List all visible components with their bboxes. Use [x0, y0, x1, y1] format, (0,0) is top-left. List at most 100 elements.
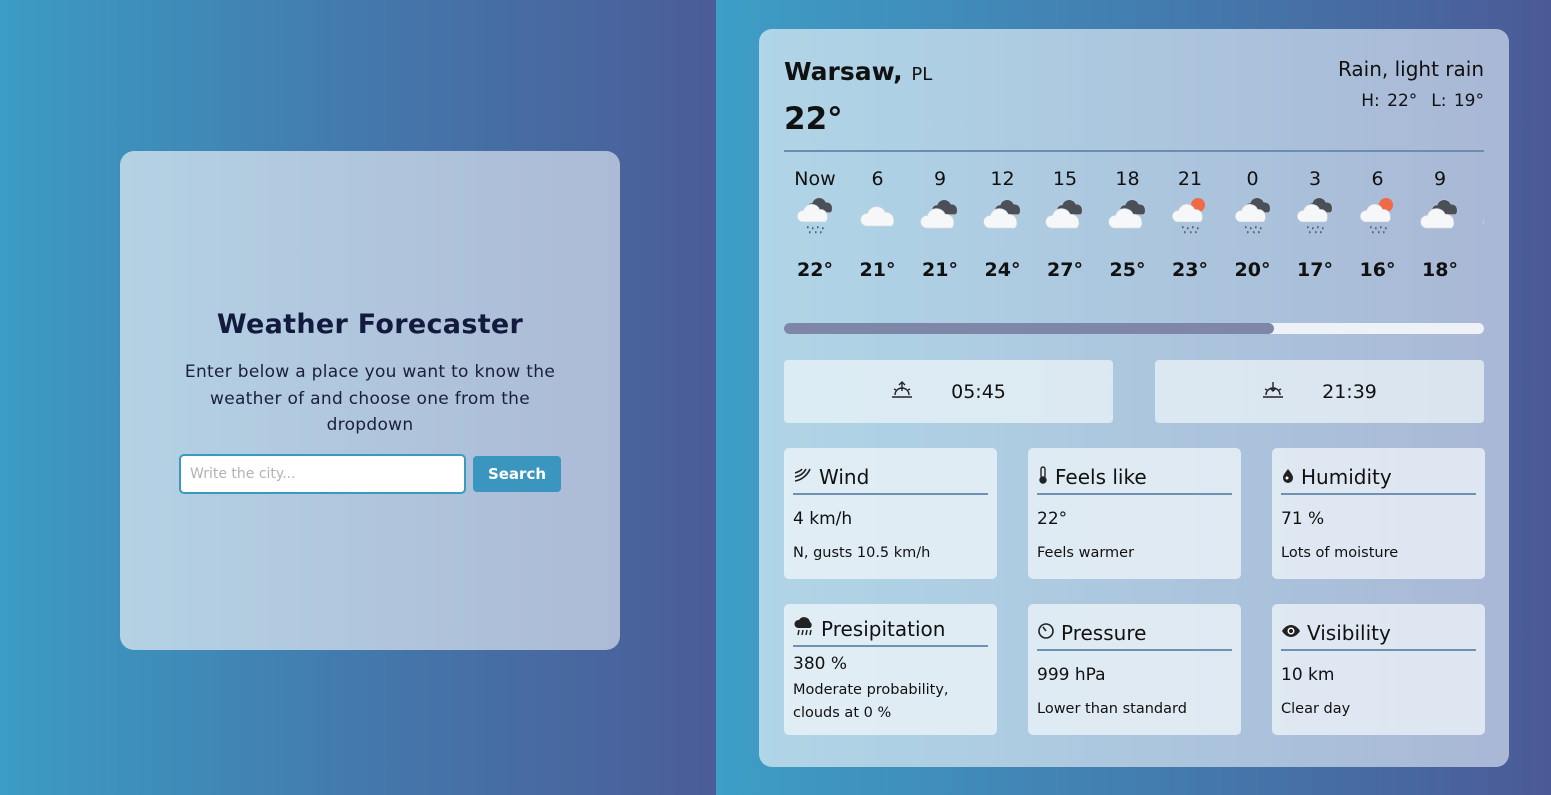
- sunset-box: 21:39: [1155, 360, 1484, 423]
- hourly-item: 21 23°: [1159, 165, 1221, 281]
- visibility-title: Visibility: [1307, 620, 1391, 645]
- hour-label: 9: [933, 168, 947, 190]
- hour-temperature: 27°: [1047, 259, 1083, 281]
- divider: [784, 150, 1484, 152]
- thermometer-icon: [1037, 465, 1049, 488]
- feels-like-desc: Feels warmer: [1037, 545, 1135, 561]
- feels-like-tile: Feels like 22° Feels warmer: [1028, 448, 1241, 579]
- precipitation-value: 380 %: [793, 654, 848, 674]
- current-temperature: 22°: [784, 101, 843, 137]
- cloud-sun-rain-icon: [1347, 195, 1409, 243]
- feels-like-title: Feels like: [1055, 464, 1147, 489]
- eye-icon: [1281, 623, 1301, 642]
- wind-value: 4 km/h: [793, 509, 853, 529]
- sunset-time: 21:39: [1322, 380, 1377, 403]
- hour-temperature: 21°: [922, 259, 958, 281]
- search-row: Search: [179, 454, 563, 494]
- hourly-item: 12 24°: [972, 165, 1034, 281]
- humidity-tile-header: Humidity: [1281, 460, 1476, 495]
- pressure-value: 999 hPa: [1037, 665, 1106, 685]
- search-button[interactable]: Search: [473, 456, 561, 492]
- hour-temperature: 24°: [984, 259, 1021, 281]
- scrollbar-thumb[interactable]: [784, 323, 1274, 334]
- cloud-dark-icon: [909, 195, 971, 243]
- hourly-scrollbar[interactable]: [784, 323, 1484, 334]
- precipitation-desc: Moderate probability, clouds at 0 %: [793, 682, 949, 721]
- hourly-item: 9 21°: [909, 165, 971, 281]
- high-low: H: 22° L: 19°: [1361, 91, 1484, 111]
- hour-label: 9: [1433, 168, 1447, 190]
- city-search-input[interactable]: [179, 454, 466, 494]
- pressure-title: Pressure: [1061, 620, 1147, 645]
- hourly-item: 0 20°: [1222, 165, 1284, 281]
- hour-label: 6: [1371, 168, 1384, 190]
- wind-tile: Wind 4 km/h N, gusts 10.5 km/h: [784, 448, 997, 579]
- hour-label: 21: [1177, 168, 1203, 190]
- droplet-icon: [1281, 467, 1295, 487]
- hourly-item: 9 18°: [1409, 165, 1471, 281]
- visibility-tile-header: Visibility: [1281, 616, 1476, 651]
- city-name: Warsaw,: [784, 57, 903, 86]
- hour-temperature: 17°: [1297, 259, 1333, 281]
- pressure-tile-header: Pressure: [1037, 616, 1232, 651]
- hour-temperature: 25°: [1109, 259, 1146, 281]
- sunrise-box: 05:45: [784, 360, 1113, 423]
- cloud-rain-icon: [1222, 195, 1284, 243]
- app-title: Weather Forecaster: [216, 309, 524, 340]
- visibility-value: 10 km: [1281, 665, 1335, 685]
- hour-label: Now: [794, 168, 836, 190]
- hourly-item: 6 21°: [847, 165, 909, 281]
- wind-title: Wind: [819, 464, 870, 489]
- sunset-icon: [1262, 379, 1284, 404]
- cloud-dark-icon: [1409, 195, 1471, 243]
- humidity-title: Humidity: [1301, 464, 1392, 489]
- pressure-desc: Lower than standard: [1037, 701, 1187, 717]
- visibility-desc: Clear day: [1281, 701, 1351, 717]
- hour-temperature: 16°: [1359, 259, 1396, 281]
- hourly-item-partial: [1472, 165, 1484, 243]
- feels-like-value: 22°: [1037, 509, 1068, 529]
- hour-temperature: 22°: [797, 259, 833, 281]
- feels-like-tile-header: Feels like: [1037, 460, 1232, 495]
- cloud-dark-icon: [972, 195, 1034, 243]
- cloud-rain-icon: [784, 195, 846, 243]
- hour-temperature: 21°: [859, 259, 896, 281]
- cloud-icon: [847, 195, 909, 243]
- search-description: Enter below a place you want to know the…: [184, 362, 556, 435]
- humidity-tile: Humidity 71 % Lots of moisture: [1272, 448, 1485, 579]
- precipitation-tile-header: Presipitation: [793, 612, 988, 647]
- hourly-forecast-strip[interactable]: Now 22° 6 21° 9 21° 12 24° 15 27° 18 25° 21 23° 0 20° 3 1…: [784, 165, 1484, 305]
- hourly-item: 3 17°: [1284, 165, 1346, 281]
- gauge-icon: [1037, 622, 1055, 644]
- weather-card: Warsaw, PL 22° Rain, light rain H: 22° L:…: [759, 29, 1509, 767]
- rain-cloud-icon: [793, 616, 815, 641]
- cloud-dark-icon: [1034, 195, 1096, 243]
- cloud-dark-icon: [1472, 195, 1484, 243]
- wind-tile-header: Wind: [793, 460, 988, 495]
- location: Warsaw, PL: [784, 57, 932, 86]
- hour-label: 18: [1115, 168, 1140, 190]
- pressure-tile: Pressure 999 hPa Lower than standard: [1028, 604, 1241, 735]
- cloud-sun-rain-icon: [1159, 195, 1221, 243]
- hourly-item: 6 16°: [1347, 165, 1409, 281]
- hour-label: 3: [1308, 168, 1322, 190]
- cloud-rain-icon: [1284, 195, 1346, 243]
- hourly-item: Now 22°: [784, 165, 846, 281]
- wind-desc: N, gusts 10.5 km/h: [793, 545, 931, 561]
- hourly-item: 18 25°: [1097, 165, 1159, 281]
- hour-label: 12: [990, 168, 1015, 190]
- humidity-value: 71 %: [1281, 509, 1325, 529]
- precipitation-tile: Presipitation 380 % Moderate probability…: [784, 604, 997, 735]
- hour-temperature: 18°: [1422, 259, 1458, 281]
- wind-icon: [793, 466, 813, 488]
- hour-label: 6: [871, 168, 884, 190]
- hourly-item: 15 27°: [1034, 165, 1096, 281]
- hour-label: 15: [1052, 168, 1078, 190]
- country-code: PL: [911, 64, 933, 85]
- precipitation-title: Presipitation: [821, 616, 946, 641]
- low-temp: L: 19°: [1431, 91, 1484, 111]
- sunrise-icon: [891, 379, 913, 404]
- visibility-tile: Visibility 10 km Clear day: [1272, 604, 1485, 735]
- search-card: Weather Forecaster Enter below a place y…: [120, 151, 620, 650]
- hour-temperature: 20°: [1234, 259, 1271, 281]
